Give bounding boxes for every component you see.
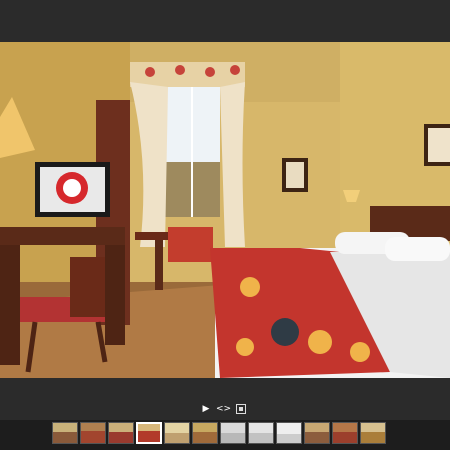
thumbnail-3[interactable] <box>108 422 134 444</box>
thumbnail-1[interactable] <box>52 422 78 444</box>
stop-icon[interactable] <box>236 404 247 414</box>
prev-next-icon[interactable]: <> <box>216 403 231 415</box>
thumbnail-11[interactable] <box>332 422 358 444</box>
thumbnail-2[interactable] <box>80 422 106 444</box>
thumbnail-6[interactable] <box>192 422 218 444</box>
thumbnail-10[interactable] <box>304 422 330 444</box>
thumbnail-7[interactable] <box>220 422 246 444</box>
thumbnail-9[interactable] <box>276 422 302 444</box>
thumbnail-5[interactable] <box>164 422 190 444</box>
thumbnails <box>52 422 386 444</box>
main-photo[interactable] <box>0 42 450 378</box>
play-icon[interactable]: ▶ <box>201 403 211 415</box>
slideshow-controls: ▶ <> <box>201 403 247 415</box>
hotel-room-photo <box>0 42 450 378</box>
thumbnail-4[interactable] <box>136 422 162 444</box>
viewer-top-bar <box>0 0 450 42</box>
thumbnail-8[interactable] <box>248 422 274 444</box>
thumbnail-12[interactable] <box>360 422 386 444</box>
